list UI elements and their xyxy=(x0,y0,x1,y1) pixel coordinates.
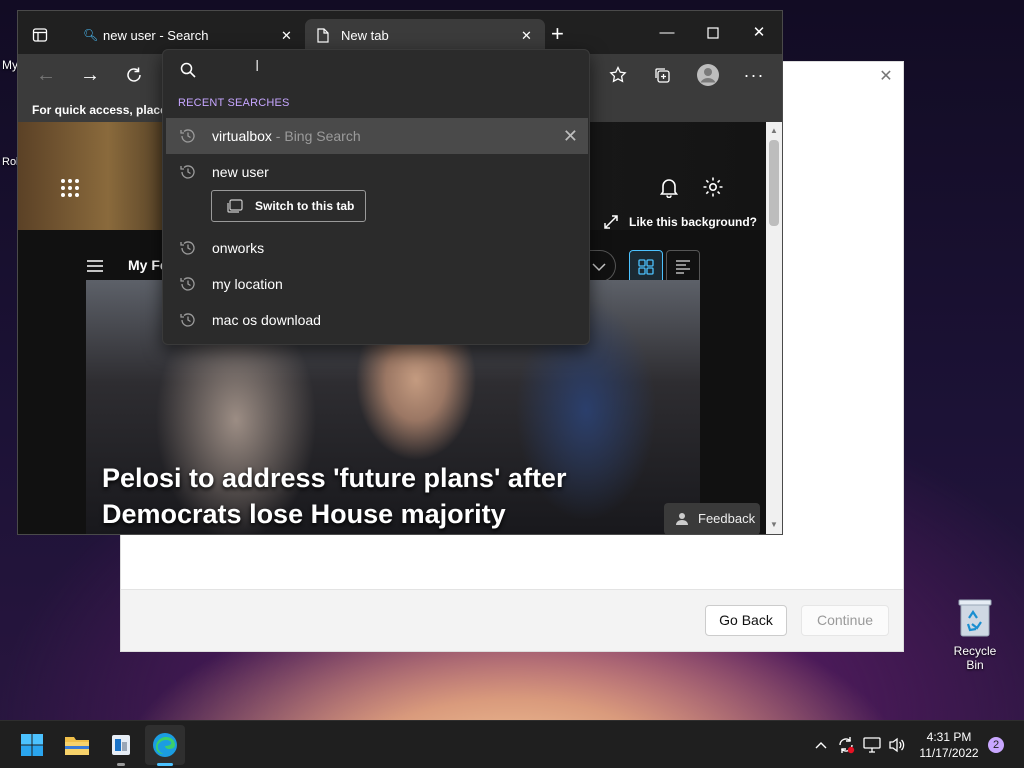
remove-suggestion-icon[interactable]: ✕ xyxy=(563,118,578,154)
active-indicator xyxy=(157,763,173,766)
edge-taskbar-button[interactable] xyxy=(145,725,185,765)
clock-time: 4:31 PM xyxy=(926,730,972,744)
refresh-icon[interactable] xyxy=(118,59,150,91)
tab-title: new user - Search xyxy=(103,28,209,43)
sync-error-icon[interactable] xyxy=(834,721,858,768)
address-bar-suggestions: I RECENT SEARCHES virtualbox - Bing Sear… xyxy=(162,49,590,345)
switch-to-tab-button[interactable]: Switch to this tab xyxy=(211,190,366,222)
minimize-icon[interactable]: — xyxy=(644,19,690,47)
settings-gear-icon[interactable] xyxy=(702,176,724,198)
notifications-bell-icon[interactable] xyxy=(658,176,680,198)
edge-icon xyxy=(152,732,178,758)
list-view-icon[interactable] xyxy=(666,250,700,284)
clock-date: 11/17/2022 xyxy=(919,746,979,760)
suggestion-text: mac os download xyxy=(212,312,321,328)
apps-launcher-icon[interactable] xyxy=(60,178,80,198)
history-clock-icon xyxy=(179,127,197,145)
like-background-link[interactable]: Like this background? xyxy=(629,215,757,229)
news-headline[interactable]: Pelosi to address 'future plans' after D… xyxy=(102,460,582,532)
page-scrollbar[interactable]: ▲ ▼ xyxy=(766,122,782,534)
recent-searches-heading: RECENT SEARCHES xyxy=(178,97,290,109)
back-arrow-icon[interactable]: ← xyxy=(30,59,62,91)
collections-icon[interactable] xyxy=(646,59,678,91)
history-clock-icon xyxy=(179,239,197,257)
tab-title: New tab xyxy=(341,28,389,43)
notification-count-badge[interactable]: 2 xyxy=(988,737,1004,753)
desktop-icon-label-fragment[interactable]: My xyxy=(2,58,18,72)
windows-logo-icon xyxy=(20,733,44,757)
switch-tab-label: Switch to this tab xyxy=(255,199,355,213)
text-cursor-icon: I xyxy=(255,58,260,75)
suggestion-text: new user xyxy=(212,164,269,180)
recycle-bin-label: Recycle Bin xyxy=(953,644,997,672)
search-favicon-icon: 🔍︎ xyxy=(83,28,99,42)
history-clock-icon xyxy=(179,311,197,329)
more-options-icon[interactable]: ··· xyxy=(738,59,770,91)
hamburger-menu-icon[interactable] xyxy=(86,259,104,273)
network-icon[interactable] xyxy=(860,721,884,768)
suggestion-text: my location xyxy=(212,276,283,292)
suggestion-item[interactable]: my location xyxy=(166,266,588,302)
suggestion-text: virtualbox xyxy=(212,128,272,144)
profile-avatar-icon[interactable] xyxy=(692,59,724,91)
scrollbar-thumb[interactable] xyxy=(769,140,779,226)
address-bar-input[interactable]: I xyxy=(163,50,589,90)
feedback-label: Feedback xyxy=(698,511,756,526)
suggestion-item[interactable]: mac os download xyxy=(166,302,588,338)
grid-view-icon[interactable] xyxy=(629,250,663,284)
tab-bar: 🔍︎ new user - Search ✕ New tab ✕ + — ✕ xyxy=(18,11,782,54)
taskbar: 4:31 PM 11/17/2022 2 xyxy=(0,720,1024,768)
dialog-footer: Go Back Continue xyxy=(121,589,903,651)
app-icon xyxy=(109,733,133,757)
feed-dropdown[interactable] xyxy=(586,250,616,282)
scroll-up-arrow-icon[interactable]: ▲ xyxy=(770,126,778,135)
switch-tab-icon xyxy=(227,199,243,213)
tab-actions-icon[interactable] xyxy=(32,27,48,43)
file-explorer-button[interactable] xyxy=(57,725,97,765)
taskbar-clock[interactable]: 4:31 PM 11/17/2022 xyxy=(916,729,982,761)
suggestion-text: onworks xyxy=(212,240,265,256)
search-icon xyxy=(180,62,196,78)
feedback-button[interactable]: Feedback xyxy=(664,503,760,534)
favorites-star-icon[interactable] xyxy=(602,59,634,91)
suggestion-item[interactable]: virtualbox - Bing Search ✕ xyxy=(166,118,588,154)
close-window-icon[interactable]: ✕ xyxy=(736,19,782,47)
page-favicon-icon xyxy=(317,28,329,43)
feedback-person-icon xyxy=(676,512,690,526)
start-button[interactable] xyxy=(12,725,52,765)
history-clock-icon xyxy=(179,275,197,293)
close-tab-icon[interactable]: ✕ xyxy=(521,19,532,52)
recycle-bin-icon xyxy=(957,598,993,638)
suggestion-item[interactable]: onworks xyxy=(166,230,588,266)
dialog-close-icon[interactable]: ✕ xyxy=(877,68,895,86)
continue-button[interactable]: Continue xyxy=(801,605,889,636)
scroll-down-arrow-icon[interactable]: ▼ xyxy=(770,520,778,529)
tab-new-tab[interactable]: New tab ✕ xyxy=(305,19,545,52)
go-back-button[interactable]: Go Back xyxy=(705,605,787,636)
suggestion-source: - Bing Search xyxy=(271,128,361,144)
volume-icon[interactable] xyxy=(885,721,909,768)
close-tab-icon[interactable]: ✕ xyxy=(281,19,292,52)
new-tab-plus-icon[interactable]: + xyxy=(551,23,564,45)
history-clock-icon xyxy=(179,163,197,181)
app-button[interactable] xyxy=(101,725,141,765)
tab-new-user-search[interactable]: 🔍︎ new user - Search ✕ xyxy=(65,19,302,52)
forward-arrow-icon[interactable]: → xyxy=(74,59,106,91)
expand-arrows-icon[interactable] xyxy=(604,215,618,229)
folder-icon xyxy=(64,734,90,756)
recycle-bin-desktop-icon[interactable]: Recycle Bin xyxy=(944,598,1006,672)
running-indicator xyxy=(117,763,125,766)
show-hidden-icons-chevron-icon[interactable] xyxy=(810,721,832,768)
maximize-icon[interactable] xyxy=(690,19,736,47)
suggestion-item[interactable]: new user xyxy=(166,154,588,190)
